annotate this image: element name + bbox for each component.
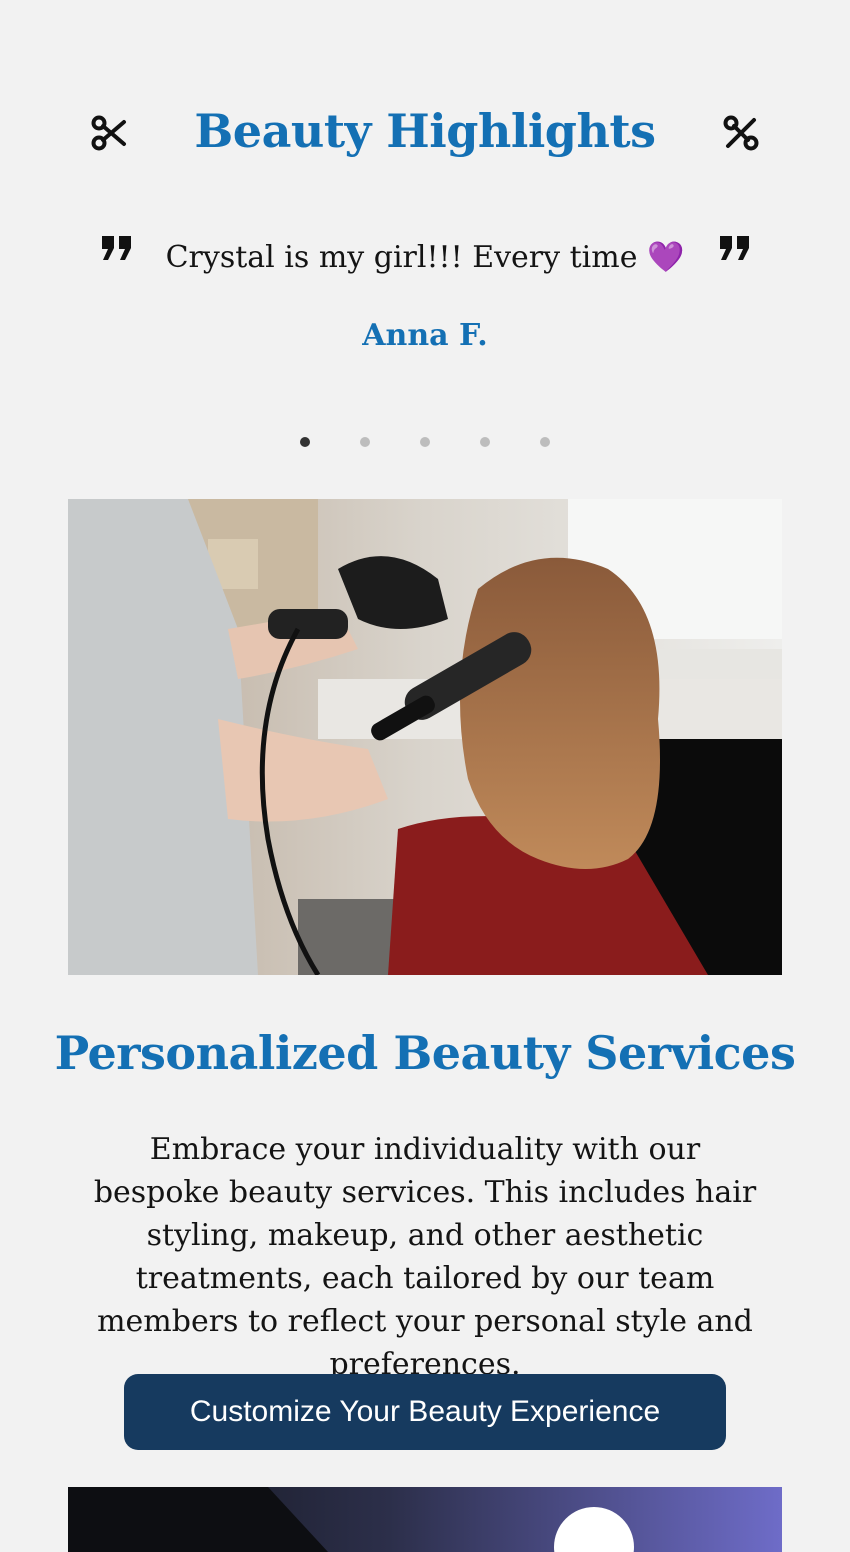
testimonial-quote: Crystal is my girl!!! Every time 💜: [150, 240, 700, 275]
section-description: Embrace your individuality with our besp…: [93, 1132, 757, 1382]
heart-emoji: 💜: [647, 240, 685, 275]
carousel-dot[interactable]: [300, 437, 310, 447]
hair-styling-image: [68, 499, 782, 975]
quote-text: Crystal is my girl!!! Every time: [165, 240, 638, 275]
bottom-image: [68, 1487, 782, 1552]
customize-experience-button[interactable]: Customize Your Beauty Experience: [124, 1374, 726, 1450]
scissors-open-icon[interactable]: [722, 114, 760, 152]
section-title: Personalized Beauty Services: [54, 1026, 796, 1080]
header: Beauty Highlights: [0, 100, 850, 170]
quote-icon: [100, 234, 134, 262]
carousel-dots: [0, 437, 850, 449]
carousel-dot[interactable]: [420, 437, 430, 447]
carousel-dot[interactable]: [360, 437, 370, 447]
quote-icon: [718, 234, 752, 262]
carousel-dot[interactable]: [480, 437, 490, 447]
testimonial-slide: Crystal is my girl!!! Every time 💜 Anna …: [0, 230, 850, 370]
testimonial-author: Anna F.: [362, 318, 488, 353]
carousel-dot[interactable]: [540, 437, 550, 447]
